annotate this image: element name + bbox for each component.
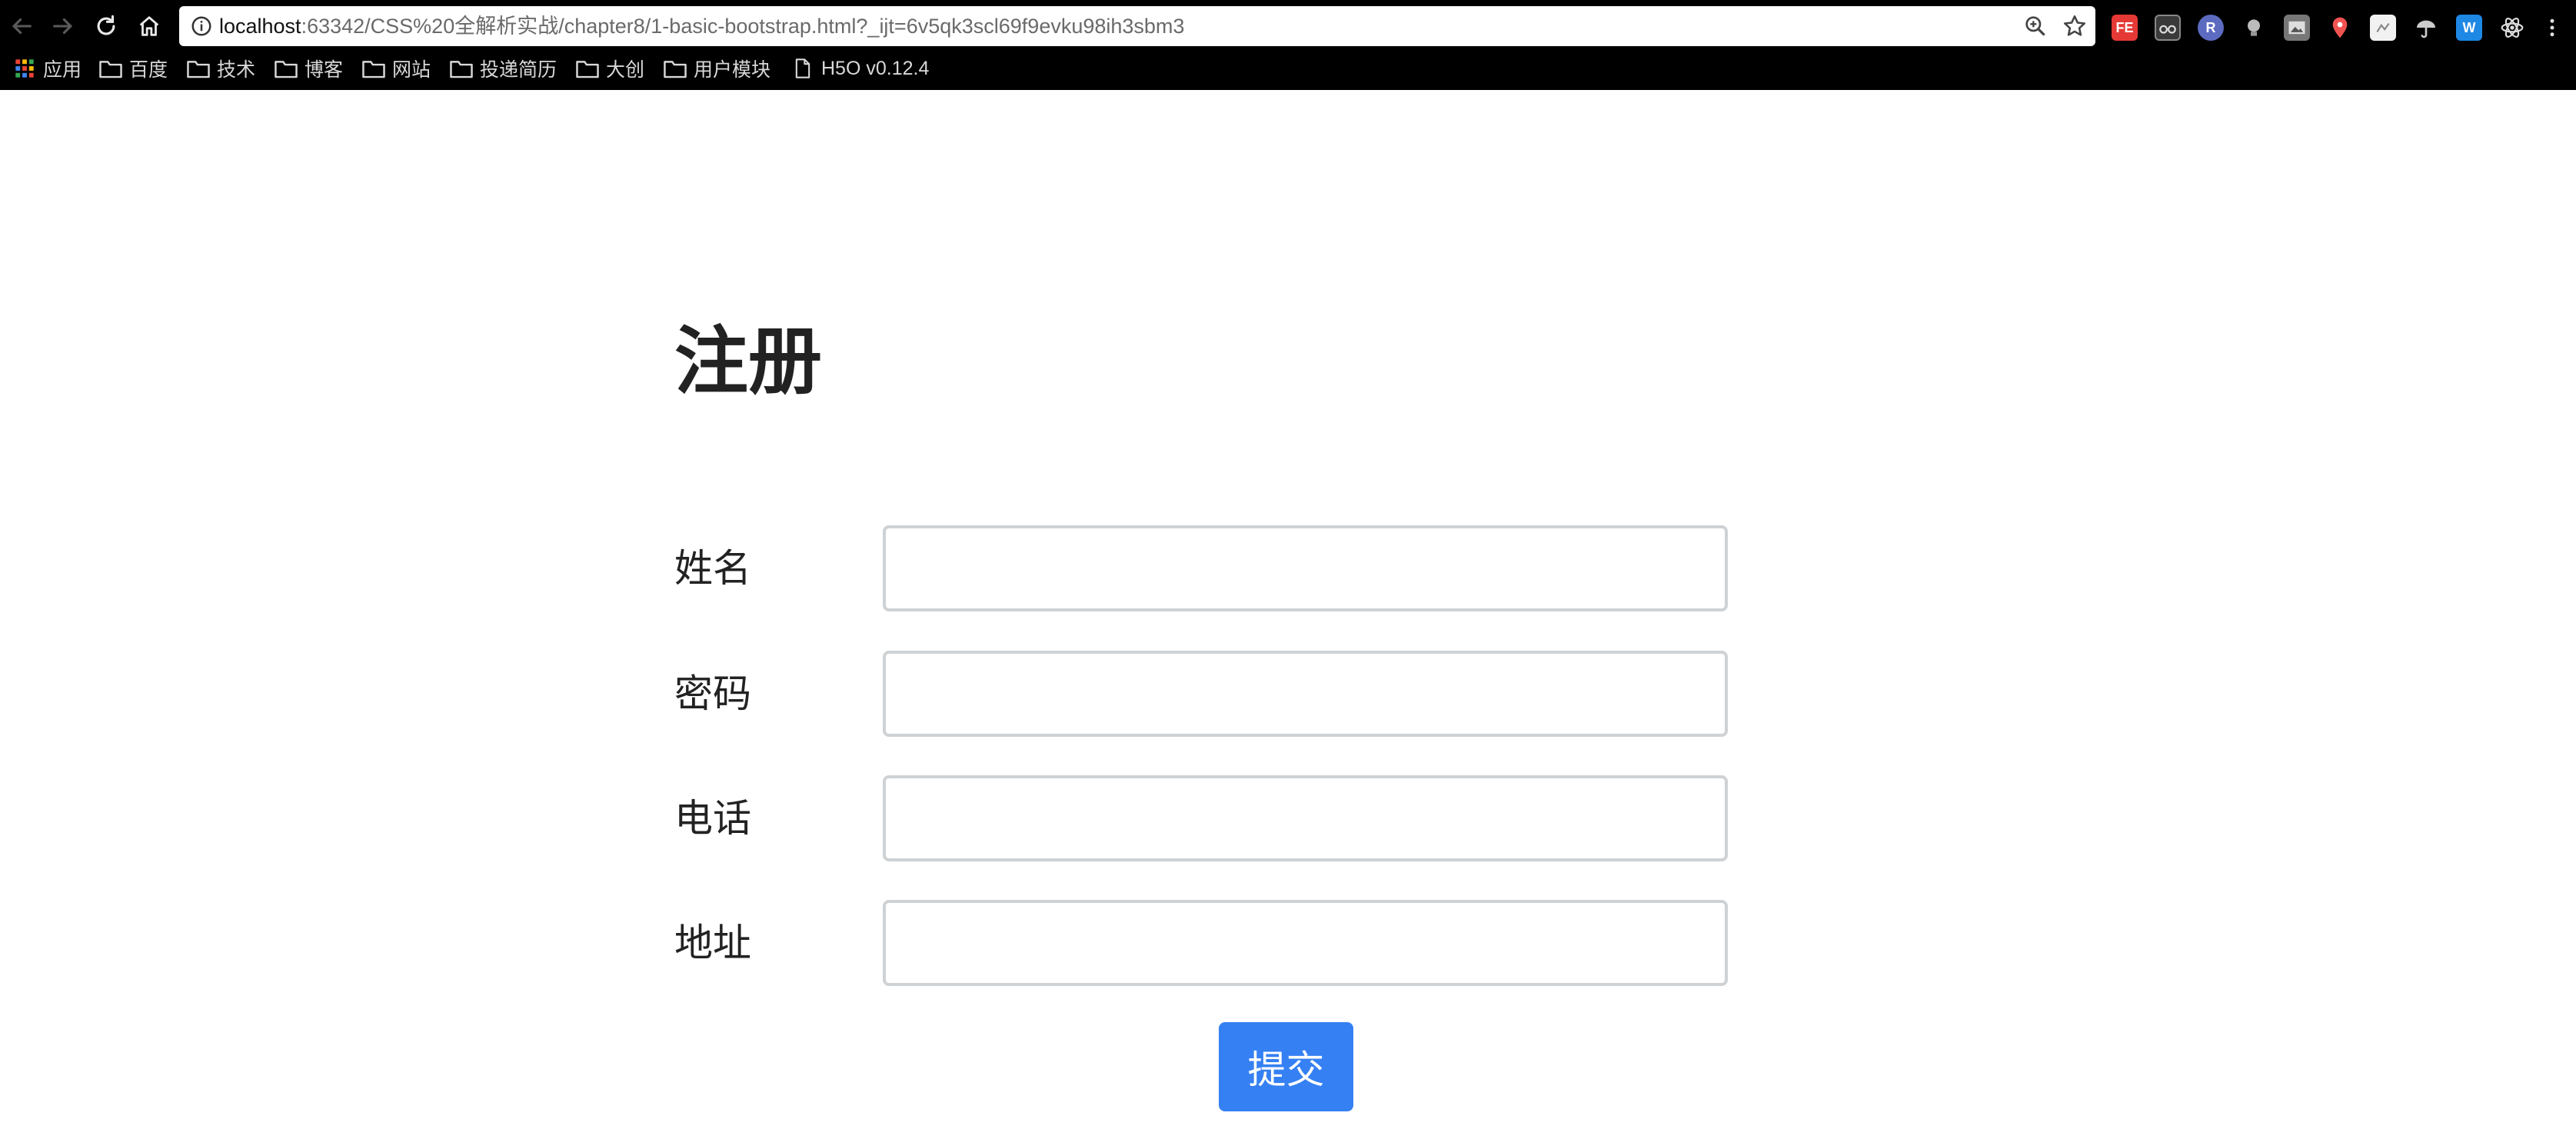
folder-icon (450, 61, 473, 78)
react-atom-extension-icon[interactable] (2499, 15, 2525, 41)
whiteboard-extension-icon[interactable] (2370, 15, 2396, 41)
home-button[interactable] (132, 5, 166, 48)
home-icon (139, 16, 159, 36)
url-host: localhost (219, 15, 301, 38)
folder-icon (99, 61, 122, 78)
bookmark-folder-label: 大创 (606, 59, 645, 81)
glasses-icon (2159, 25, 2176, 34)
react-atom-icon (2501, 18, 2524, 38)
bookmark-folder[interactable]: 技术 (186, 51, 255, 86)
page-icon (795, 58, 810, 78)
bookmark-apps-label: 应用 (43, 59, 82, 81)
bookmark-folder-label: 百度 (129, 59, 168, 81)
bookmark-folder-label: 投递简历 (480, 59, 557, 81)
location-pin-extension-icon[interactable] (2327, 15, 2353, 41)
password-input[interactable] (883, 651, 1728, 737)
w-extension-icon[interactable]: W (2456, 15, 2482, 41)
bookmark-apps[interactable]: 应用 (12, 51, 82, 86)
react-devtools-extension-icon[interactable]: R (2198, 15, 2224, 41)
name-input[interactable] (883, 525, 1728, 611)
bulb-icon (2248, 19, 2260, 36)
arrow-left-icon (12, 18, 32, 35)
browser-toolbar: localhost:63342/CSS%20全解析实战/chapter8/1-b… (0, 5, 2576, 48)
phone-label: 电话 (674, 796, 751, 841)
star-icon[interactable] (2062, 13, 2088, 39)
whiteboard-icon (2376, 22, 2390, 32)
forward-button[interactable] (46, 5, 80, 48)
bookmark-folder-label: 技术 (217, 59, 256, 81)
submit-button[interactable]: 提交 (1219, 1022, 1353, 1111)
umbrella-icon (2417, 20, 2435, 38)
address-url[interactable]: localhost:63342/CSS%20全解析实战/chapter8/1-b… (219, 6, 1184, 46)
folder-icon (275, 61, 298, 78)
address-label: 地址 (674, 921, 751, 965)
password-label: 密码 (674, 671, 751, 716)
bookmark-page-label: H5O v0.12.4 (821, 57, 930, 79)
bookmark-folder-label: 博客 (305, 59, 344, 81)
bookmark-folder[interactable]: 博客 (274, 51, 343, 86)
bookmark-folder[interactable]: 大创 (575, 51, 644, 86)
bulb-extension-icon[interactable] (2241, 15, 2267, 41)
zoom-icon[interactable] (2023, 14, 2048, 38)
folder-icon (664, 61, 687, 78)
bookmark-folder[interactable]: 百度 (98, 51, 168, 86)
picture-extension-icon[interactable] (2284, 15, 2310, 41)
reload-icon (97, 15, 115, 35)
bookmark-folder-label: 网站 (392, 59, 431, 81)
apps-grid-icon (15, 59, 34, 78)
fe-extension-icon[interactable]: FE (2112, 15, 2138, 41)
folder-icon (187, 61, 210, 78)
bookmark-page[interactable]: H5O v0.12.4 (790, 51, 929, 86)
umbrella-extension-icon[interactable] (2413, 15, 2439, 41)
info-icon[interactable] (190, 15, 213, 38)
glasses-extension-icon[interactable] (2155, 15, 2181, 41)
url-path: :63342/CSS%20全解析实战/chapter8/1-basic-boot… (301, 15, 1185, 38)
back-button[interactable] (5, 5, 38, 48)
bookmark-folder[interactable]: 投递简历 (449, 51, 557, 86)
bookmarks-bar: 应用 百度 技术 博客 网站 投递简历 大创 用户模块 H5O v0.12.4 (0, 51, 2576, 86)
kebab-menu-icon (2550, 18, 2554, 37)
folder-icon (362, 61, 385, 78)
reload-button[interactable] (89, 5, 123, 48)
browser-chrome: localhost:63342/CSS%20全解析实战/chapter8/1-b… (0, 0, 2576, 90)
address-bar[interactable]: localhost:63342/CSS%20全解析实战/chapter8/1-b… (179, 6, 2095, 46)
name-label: 姓名 (674, 546, 751, 591)
page-title: 注册 (674, 318, 822, 405)
picture-icon (2288, 21, 2305, 35)
address-input[interactable] (883, 900, 1728, 986)
bookmark-folder[interactable]: 用户模块 (663, 51, 770, 86)
bookmark-folder-label: 用户模块 (694, 59, 771, 81)
location-pin-icon (2332, 17, 2348, 38)
page-content: 注册 姓名 密码 电话 地址 提交 (0, 90, 2576, 1126)
folder-icon (576, 61, 599, 78)
arrow-right-icon (53, 18, 73, 35)
bookmark-folder[interactable]: 网站 (361, 51, 431, 86)
phone-input[interactable] (883, 775, 1728, 861)
browser-menu-button[interactable] (2539, 15, 2565, 41)
